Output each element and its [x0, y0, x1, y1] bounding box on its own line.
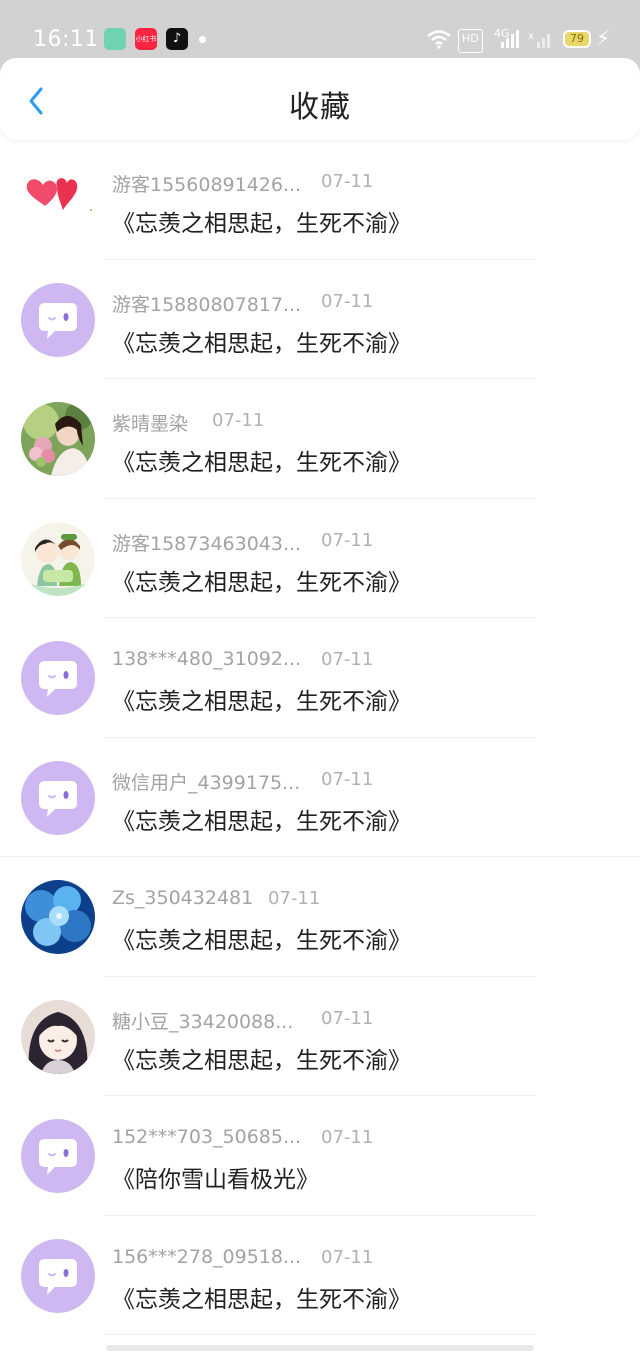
signal-2-icon: x [528, 31, 550, 48]
cartoon-couple-avatar-icon [21, 521, 95, 596]
avatar[interactable] [21, 163, 95, 237]
default-avatar-icon [39, 780, 77, 817]
story-title[interactable]: 《忘羡之相思起，生死不渝》 [112, 1041, 411, 1075]
avatar[interactable] [21, 282, 95, 357]
bottom-edge-bar [106, 1345, 534, 1351]
avatar[interactable] [21, 1238, 95, 1313]
item-date: 07-11 [321, 171, 374, 192]
app-notification-icon [104, 28, 126, 50]
tiktok-icon: ♪ [166, 28, 188, 50]
story-title[interactable]: 《忘羡之相思起，生死不渝》 [112, 563, 411, 597]
avatar[interactable] [21, 760, 95, 835]
item-date: 07-11 [268, 888, 321, 909]
item-date: 07-11 [321, 649, 374, 670]
avatar[interactable] [21, 641, 95, 715]
list-item[interactable]: 微信用户_4399175... 07-11 《忘羡之相思起，生死不渝》 [0, 738, 640, 857]
story-title[interactable]: 《忘羡之相思起，生死不渝》 [112, 443, 411, 477]
avatar[interactable] [21, 1119, 95, 1193]
list-item[interactable]: 138***480_31092... 07-11 《忘羡之相思起，生死不渝》 [0, 618, 640, 738]
user-name: 152***703_50685... [112, 1126, 302, 1148]
list-item[interactable]: Zs_350432481 07-11 《忘羡之相思起，生死不渝》 [0, 857, 640, 977]
user-name: 糖小豆_33420088... [112, 1010, 294, 1033]
story-title[interactable]: 《陪你雪山看极光》 [112, 1160, 319, 1194]
user-name: 156***278_09518... [112, 1245, 302, 1268]
anime-girl-avatar-icon [21, 999, 95, 1074]
list-item[interactable]: 紫晴墨染 07-11 《忘羡之相思起，生死不渝》 [0, 379, 640, 499]
svg-text:x: x [528, 31, 534, 42]
item-date: 07-11 [321, 1246, 374, 1268]
user-name: 微信用户_4399175... [112, 771, 301, 794]
hd-voice-icon: HD [458, 29, 483, 53]
avatar[interactable] [21, 880, 95, 954]
story-title[interactable]: 《忘羡之相思起，生死不渝》 [112, 324, 411, 358]
divider [104, 1334, 536, 1335]
default-avatar-icon [39, 661, 77, 697]
page-header: 收藏 [0, 58, 640, 140]
hearts-avatar-icon [26, 178, 92, 211]
default-avatar-icon [39, 1139, 77, 1175]
item-date: 07-11 [321, 529, 374, 551]
woman-photo-avatar-icon [21, 402, 95, 476]
story-title[interactable]: 《忘羡之相思起，生死不渝》 [112, 682, 411, 716]
user-name: 紫晴墨染 [112, 413, 189, 435]
user-name: Zs_350432481 [112, 887, 254, 909]
list-item[interactable]: 游客15873463043... 07-11 《忘羡之相思起，生死不渝》 [0, 499, 640, 618]
charging-icon: ⚡ [596, 26, 611, 50]
avatar[interactable] [21, 521, 95, 596]
story-title[interactable]: 《忘羡之相思起，生死不渝》 [112, 802, 411, 836]
default-avatar-icon [39, 1258, 77, 1295]
user-name: 游客15880807817... [112, 293, 302, 316]
more-notifications-dot [199, 36, 206, 43]
page-title: 收藏 [289, 90, 351, 125]
item-date: 07-11 [321, 1127, 374, 1148]
default-avatar-icon [39, 302, 77, 339]
wifi-icon [427, 30, 451, 49]
item-date: 07-11 [321, 290, 374, 312]
list-item[interactable]: 156***278_09518... 07-11 《忘羡之相思起，生死不渝》 [0, 1216, 640, 1335]
xiaohongshu-icon: 小红书 [135, 28, 157, 50]
favorites-list: 游客15560891426... 07-11 《忘羡之相思起，生死不渝》 游客1… [0, 140, 640, 1335]
item-date: 07-11 [212, 410, 265, 431]
status-time: 16:11 [33, 27, 99, 52]
avatar[interactable] [21, 402, 95, 476]
story-title[interactable]: 《忘羡之相思起，生死不渝》 [112, 204, 411, 238]
battery-icon: 79 [563, 30, 591, 48]
list-item[interactable]: 152***703_50685... 07-11 《陪你雪山看极光》 [0, 1096, 640, 1216]
avatar[interactable] [21, 999, 95, 1074]
item-date: 07-11 [321, 1007, 374, 1029]
user-name: 游客15560891426... [112, 174, 302, 196]
list-item[interactable]: 糖小豆_33420088... 07-11 《忘羡之相思起，生死不渝》 [0, 977, 640, 1096]
story-title[interactable]: 《忘羡之相思起，生死不渝》 [112, 1280, 411, 1314]
user-name: 138***480_31092... [112, 648, 302, 670]
story-title[interactable]: 《忘羡之相思起，生死不渝》 [112, 921, 411, 955]
list-item[interactable]: 游客15560891426... 07-11 《忘羡之相思起，生死不渝》 [0, 140, 640, 260]
list-item[interactable]: 游客15880807817... 07-11 《忘羡之相思起，生死不渝》 [0, 260, 640, 379]
item-date: 07-11 [321, 768, 374, 790]
blue-flower-avatar-icon [21, 880, 95, 954]
signal-icon [501, 30, 519, 48]
user-name: 游客15873463043... [112, 532, 302, 555]
